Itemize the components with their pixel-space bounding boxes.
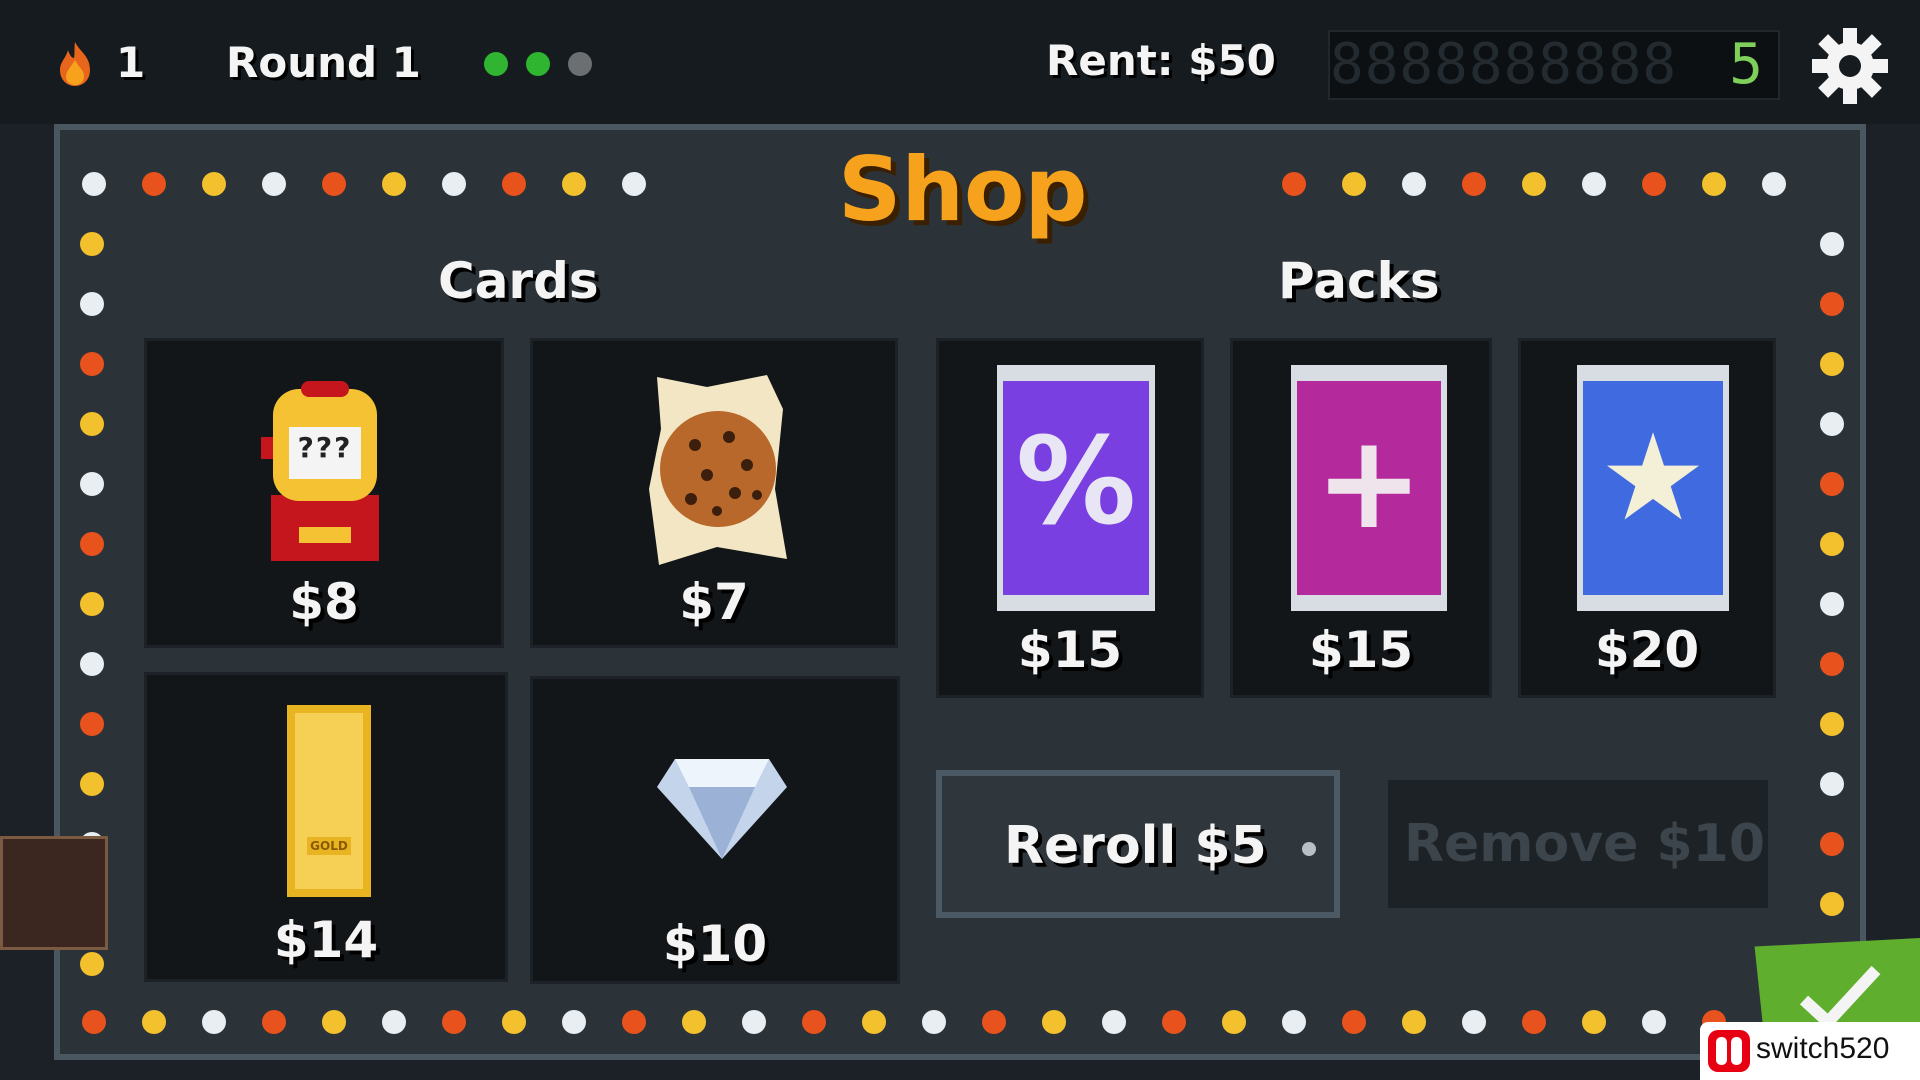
round-progress-dot-2 — [526, 52, 550, 76]
card-price: $7 — [679, 573, 749, 631]
cards-heading: Cards — [438, 252, 599, 310]
money-counter: 8888888888 5 — [1328, 30, 1780, 100]
card-slot-gold-bar[interactable]: GOLD $14 — [144, 672, 508, 982]
watermark: switch520 — [1700, 1022, 1920, 1080]
pack-price: $20 — [1594, 621, 1700, 679]
watermark-text: switch520 — [1756, 1032, 1890, 1065]
pack-slot-plus[interactable]: + $15 — [1230, 338, 1492, 698]
round-progress-dot-3 — [568, 52, 592, 76]
pack-symbol: ★ — [1599, 409, 1707, 548]
pack-symbol: + — [1314, 406, 1424, 558]
pack-slot-star[interactable]: ★ $20 — [1518, 338, 1776, 698]
card-price: $10 — [662, 915, 768, 973]
shop-title: Shop — [838, 138, 1088, 241]
gold-bar-label: GOLD — [310, 839, 348, 853]
diamond-icon — [657, 759, 787, 859]
flame-count: 1 — [116, 38, 146, 87]
pack-price: $15 — [1308, 621, 1414, 679]
pack-symbol: % — [1015, 413, 1137, 552]
round-progress-dot-1 — [484, 52, 508, 76]
card-price: $8 — [289, 573, 359, 631]
cookie-icon — [649, 375, 787, 565]
pack-slot-percent[interactable]: % $15 — [936, 338, 1204, 698]
wallet-tab[interactable] — [0, 836, 108, 950]
reroll-button[interactable]: Reroll $5 — [936, 770, 1340, 918]
remove-label: Remove $10 — [1404, 814, 1766, 874]
pack-price: $15 — [1017, 621, 1123, 679]
card-price: $14 — [273, 911, 379, 969]
slot-machine-icon — [261, 381, 379, 561]
card-slot-diamond[interactable]: $10 — [530, 676, 900, 984]
reroll-indicator-dot — [1302, 842, 1316, 856]
nintendo-switch-logo-icon — [1708, 1030, 1750, 1072]
slot-machine-reels: ??? — [297, 431, 353, 464]
flame-icon — [60, 42, 90, 86]
counter-ghost-digits: 8888888888 — [1330, 32, 1678, 97]
gold-bar-icon — [287, 705, 371, 897]
card-slot-cookie[interactable]: $7 — [530, 338, 898, 648]
rent-label: Rent: $50 — [1046, 36, 1276, 85]
counter-value: 5 — [1729, 32, 1764, 97]
packs-heading: Packs — [1278, 252, 1440, 310]
remove-button[interactable]: Remove $10 — [1388, 780, 1768, 908]
card-slot-slot-machine[interactable]: ??? $8 — [144, 338, 504, 648]
settings-gear-icon[interactable] — [1810, 26, 1890, 106]
reroll-label: Reroll $5 — [1004, 816, 1267, 876]
round-label: Round 1 — [226, 38, 421, 87]
